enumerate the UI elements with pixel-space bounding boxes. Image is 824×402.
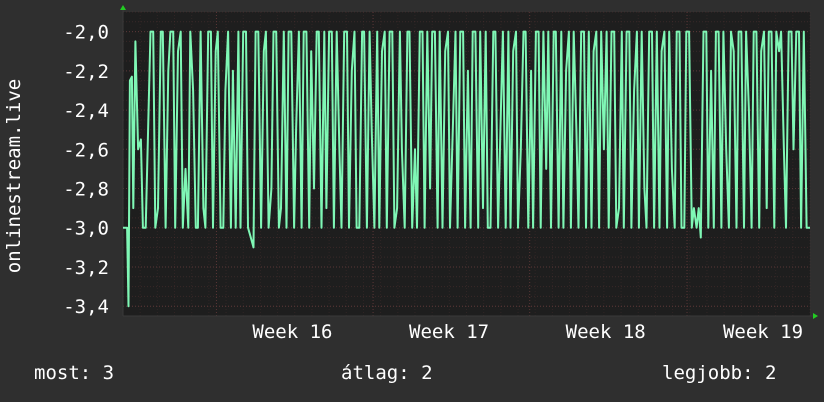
y-tick-label: -3,0 — [63, 218, 109, 240]
x-tick-label: Week 16 — [252, 321, 332, 343]
y-tick-label: -2,4 — [63, 100, 109, 122]
y-tick-label: -2,6 — [63, 139, 109, 161]
y-tick-label: -3,4 — [63, 296, 109, 318]
legend-best: legjobb: 2 — [662, 362, 777, 384]
y-tick-label: -3,2 — [63, 257, 109, 279]
x-tick-label: Week 19 — [723, 321, 803, 343]
y-axis-arrow — [120, 5, 126, 10]
y-axis-label: onlinestream.live — [3, 79, 25, 273]
x-axis-arrow — [813, 313, 818, 319]
line-chart: -2,0 -2,2 -2,4 -2,6 -2,8 -3,0 -3,2 -3,4 Week 16 W… — [3, 5, 818, 343]
legend-average: átlag: 2 — [341, 362, 433, 384]
y-tick-label: -2,2 — [63, 61, 109, 83]
chart-root: -2,0 -2,2 -2,4 -2,6 -2,8 -3,0 -3,2 -3,4 Week 16 W… — [0, 0, 824, 402]
y-tick-label: -2,0 — [63, 22, 109, 44]
x-tick-label: Week 17 — [409, 321, 489, 343]
legend-current: most: 3 — [34, 362, 115, 384]
y-tick-label: -2,8 — [63, 179, 109, 201]
x-tick-label: Week 18 — [566, 321, 646, 343]
